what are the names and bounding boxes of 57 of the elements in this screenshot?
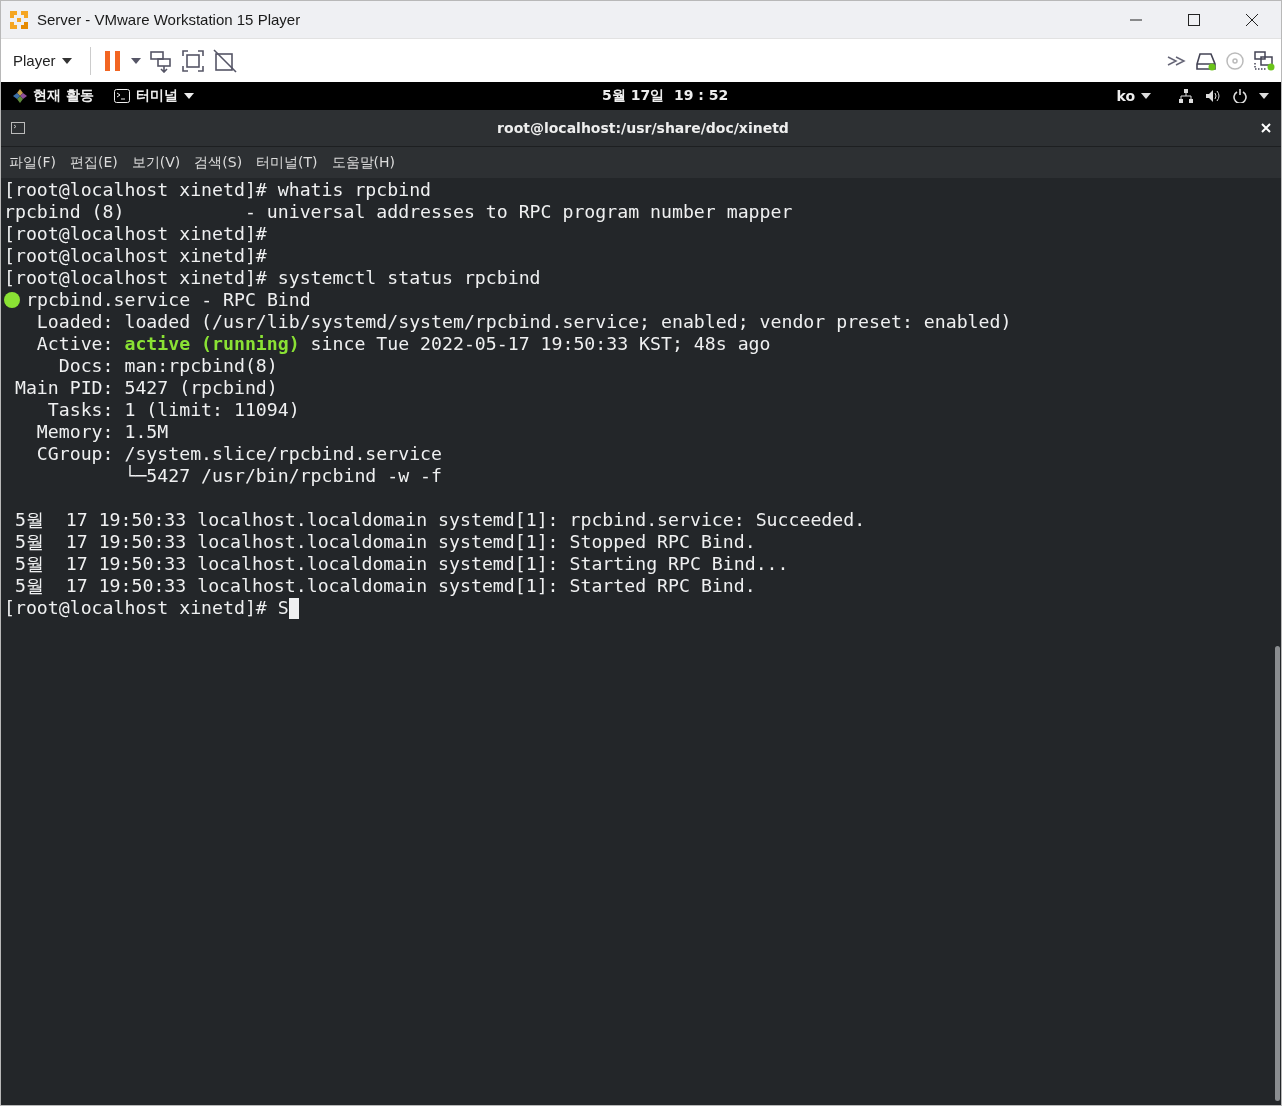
terminal-line: └─5427 /usr/bin/rpcbind -w -f — [123, 465, 442, 487]
text-cursor — [288, 597, 299, 619]
clock[interactable]: 5월 17일 19 : 52 — [596, 86, 735, 106]
terminal-line: [root@localhost xinetd]# whatis rpcbind — [4, 179, 432, 201]
terminal-line: rpcbind.service - RPC Bind — [26, 289, 311, 311]
menu-item[interactable]: 보기(V) — [131, 153, 181, 172]
menu-item[interactable]: 도움말(H) — [331, 153, 396, 172]
terminal-line: 5월 17 19:50:33 localhost.localdomain systemd[1]: Starting RPC Bind... — [13, 553, 789, 575]
terminal-line: [root@localhost xinetd]# — [4, 245, 267, 267]
terminal-line: [root@localhost xinetd]# systemctl status rpcbind — [4, 267, 541, 289]
terminal-line: 5월 17 19:50:33 localhost.localdomain systemd[1]: rpcbind.service: Succeeded. — [13, 509, 866, 531]
terminal-line: [root@localhost xinetd]# — [4, 223, 267, 245]
app-logo-icon — [9, 9, 29, 30]
menu-item[interactable]: 파일(F) — [9, 153, 56, 172]
double-chevron-icon[interactable] — [1167, 54, 1187, 67]
terminal-icon — [11, 122, 25, 134]
minimize-icon — [1129, 18, 1143, 21]
window-title: Server - VMware Workstation 15 Player — [37, 11, 302, 28]
terminal-line: rpcbind (8) - universal addresses to RPC program number mapper — [4, 201, 793, 223]
terminal-line: Loaded: loaded (/usr/lib/systemd/system/rpcbind.service; enabled; vendor preset: enabled) — [35, 311, 1012, 333]
status-menu[interactable] — [1179, 89, 1269, 103]
close-icon — [1245, 12, 1259, 27]
network-adapter-icon[interactable] — [1253, 50, 1275, 71]
caret-icon — [1259, 93, 1269, 99]
pause-button[interactable] — [102, 49, 123, 72]
terminal-line: 5월 17 19:50:33 localhost.localdomain systemd[1]: Stopped RPC Bind. — [13, 531, 756, 553]
caret-icon — [1141, 93, 1151, 99]
terminal-line: Docs: man:rpcbind(8) — [57, 355, 278, 377]
terminal-line: 5월 17 19:50:33 localhost.localdomain systemd[1]: Started RPC Bind. — [13, 575, 756, 597]
terminal-title: root@localhost:/usr/share/doc/xinetd — [496, 120, 790, 136]
caret-icon — [183, 93, 194, 99]
dropdown-button[interactable] — [130, 57, 141, 64]
volume-icon — [1205, 89, 1221, 103]
network-icon — [1179, 89, 1193, 103]
terminal-line: Memory: 1.5M — [35, 421, 169, 443]
maximize-icon — [1187, 12, 1201, 27]
terminal-line: Active: active (running) since Tue 2022-05-17 19:50:33 KST; 48s ago — [35, 333, 771, 355]
menu-item[interactable]: 편집(E) — [70, 153, 118, 172]
terminal-line: CGroup: /system.slice/rpcbind.service — [35, 443, 442, 464]
terminal-line: [root@localhost xinetd]# S — [4, 597, 289, 619]
menu-item[interactable]: 터미널(T) — [256, 153, 318, 172]
terminal-line: Tasks: 1 (limit: 11094) — [46, 399, 300, 421]
terminal-icon — [113, 89, 130, 103]
player-menu[interactable]: Player — [7, 52, 78, 69]
terminal-line: Main PID: 5427 (rpcbind) — [13, 377, 278, 399]
caret-icon — [130, 57, 141, 64]
scrollbar-thumb[interactable] — [1275, 646, 1280, 1101]
activities-button[interactable]: 현재 활동 — [13, 87, 94, 105]
hard-disk-icon[interactable] — [1195, 50, 1217, 71]
language-menu[interactable]: ko — [1116, 88, 1151, 104]
close-button[interactable] — [1261, 123, 1271, 133]
fullscreen-icon[interactable] — [180, 48, 205, 73]
power-icon — [1233, 89, 1247, 103]
caret-icon — [61, 57, 72, 64]
menu-item[interactable]: 검색(S) — [194, 153, 243, 172]
flower-icon — [13, 89, 27, 103]
terminal-app-menu[interactable]: 터미널 — [113, 87, 194, 105]
